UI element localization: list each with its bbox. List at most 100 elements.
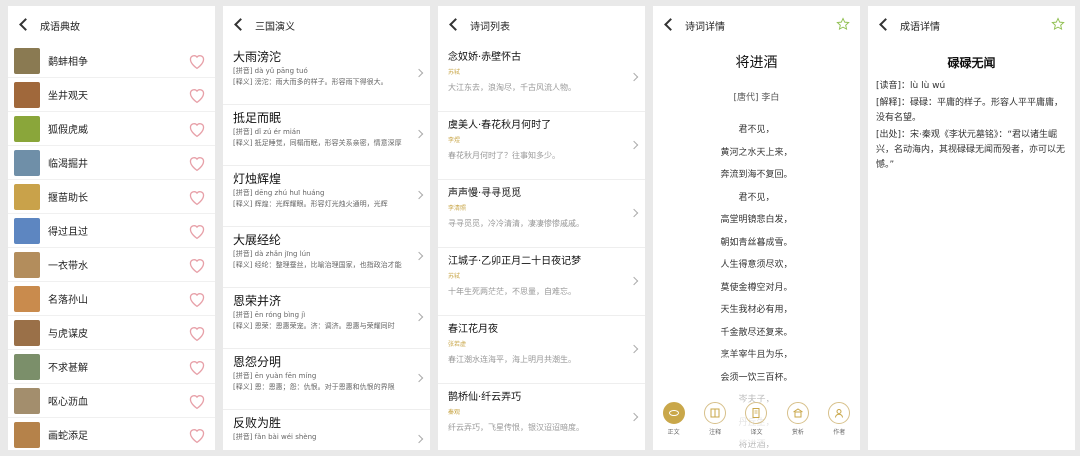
idiom-title: 反败为胜 [233,416,282,430]
heart-icon[interactable] [187,290,207,308]
heart-icon[interactable] [187,222,207,240]
tab-appreciation[interactable]: 赏析 [781,402,815,436]
idiom-detail-screen: 成语详情 碌碌无闻 [读音]：lù lù wú [解释]：碌碌：平庸的样子。形容… [868,6,1075,450]
list-item[interactable]: 不求甚解 [8,350,215,384]
page-title: 成语典故 [40,21,80,33]
heart-icon[interactable] [187,392,207,410]
tab-label: 赏析 [791,429,804,436]
tab-notes[interactable]: 注释 [698,402,732,436]
list-item[interactable]: 反败为胜 [拼音] fǎn bài wéi shèng [223,410,430,450]
heart-icon[interactable] [187,358,207,376]
entry-list: 大雨滂沱 [拼音] dà yǔ pāng tuó [释义] 滂沱：雨大而多的样子。形… [223,44,430,450]
page-title: 诗词列表 [470,21,510,33]
list-item[interactable]: 声声慢·寻寻觅觅 李清照 寻寻觅觅，冷冷清清，凄凄惨惨戚戚。 [438,180,645,248]
idiom-title: 恩怨分明 [233,355,282,369]
list-item[interactable]: 临渴掘井 [8,146,215,180]
tab-label: 译文 [750,429,763,436]
chevron-right-icon [414,373,424,383]
heart-icon[interactable] [187,256,207,274]
heart-icon[interactable] [187,188,207,206]
list-item[interactable]: 呕心沥血 [8,384,215,418]
list-item[interactable]: 大雨滂沱 [拼音] dà yǔ pāng tuó [释义] 滂沱：雨大而多的样子。形… [223,44,430,105]
idiom-name: 鹬蚌相争 [48,57,88,68]
list-item[interactable]: 抵足而眠 [拼音] dǐ zú ér mián [释义] 抵足睡觉，同榻而眠，形容关… [223,105,430,166]
idiom-title: 碌碌无闻 [947,56,996,70]
heart-icon[interactable] [187,120,207,138]
page-title: 成语详情 [900,21,940,33]
heart-icon[interactable] [187,426,207,444]
idiom-name: 画蛇添足 [48,431,88,442]
idiom-title: 抵足而眠 [233,111,282,125]
list-item[interactable]: 得过且过 [8,214,215,248]
list-item[interactable]: 灯烛辉煌 [拼音] dēng zhú huī huáng [释义] 辉煌：光辉耀眼。… [223,166,430,227]
verse-line: 天生我材必有用， [720,305,793,315]
meaning-text: [解释]：碌碌：平庸的样子。形容人平平庸庸，没有名望。 [876,98,1064,123]
list-item[interactable]: 虞美人·春花秋月何时了 李煜 春花秋月何时了？往事知多少。 [438,112,645,180]
heart-icon[interactable] [187,86,207,104]
list-item[interactable]: 鹬蚌相争 [8,44,215,78]
heart-icon[interactable] [187,52,207,70]
meaning-text: [释义] 抵足睡觉，同榻而眠，形容关系亲密，情意深厚 [233,139,402,147]
poem-body: 君不见， 黄河之水天上来， 奔流到海不复回。 君不见， 高堂明镜悲白发， 朝如青丝暮成雪。… [653,119,860,450]
idiom-thumbnail [14,353,40,380]
list-item[interactable]: 与虎谋皮 [8,316,215,350]
reading-text: [读音]：lù lù wú [876,81,946,91]
pinyin-text: [拼音] ēn róng bìng jì [233,311,306,319]
list-item[interactable]: 揠苗助长 [8,180,215,214]
scroll-icon [662,402,685,424]
poem-author: [唐代] 李白 [733,93,780,103]
list-item[interactable]: 念奴娇·赤壁怀古 苏轼 大江东去，浪淘尽，千古风流人物。 [438,44,645,112]
list-item[interactable]: 大展经纶 [拼音] dà zhǎn jīng lún [释义] 经纶：整理蚕丝，比喻… [223,227,430,288]
star-icon[interactable] [836,17,850,31]
back-arrow-icon[interactable] [876,17,892,33]
poem-title: 念奴娇·赤壁怀古 [448,52,522,63]
heart-icon[interactable] [187,154,207,172]
chevron-right-icon [414,312,424,322]
list-item[interactable]: 江城子·乙卯正月二十日夜记梦 苏轼 十年生死两茫茫，不思量，自难忘。 [438,248,645,316]
list-item[interactable]: 画蛇添足 [8,418,215,450]
tab-author[interactable]: 作者 [822,402,856,436]
document-icon [745,402,768,424]
verse-line: 千金散尽还复来。 [720,327,793,338]
idiom-name: 一衣带水 [48,261,88,272]
list-item[interactable]: 名落孙山 [8,282,215,316]
poem-title: 鹊桥仙·纤云弄巧 [448,392,522,403]
list-item[interactable]: 春江花月夜 张若虚 春江潮水连海平，海上明月共潮生。 [438,316,645,384]
chevron-right-icon [414,129,424,139]
idiom-thumbnail [14,217,40,244]
pavilion-icon [786,402,809,424]
tab-text[interactable]: 正文 [657,402,691,436]
idiom-name: 不求甚解 [48,363,88,374]
poem-detail-screen: 诗词详情 将进酒 [唐代] 李白 君不见， 黄河之水天上来， 奔流到海不复回。 君不见… [653,6,860,450]
book-icon [704,402,727,424]
poem-first-line: 春花秋月何时了？往事知多少。 [448,151,560,160]
verse-line: 莫使金樽空对月。 [720,282,793,293]
back-arrow-icon[interactable] [446,17,462,33]
list-item[interactable]: 坐井观天 [8,78,215,112]
back-arrow-icon[interactable] [16,17,32,33]
chevron-right-icon [414,434,424,444]
idiom-thumbnail [14,115,40,142]
list-item[interactable]: 鹊桥仙·纤云弄巧 秦观 纤云弄巧，飞星传恨，银汉迢迢暗度。 [438,384,645,450]
idiom-thumbnail [14,183,40,210]
idiom-thumbnail [14,285,40,312]
verse-line: 君不见， [738,192,775,203]
header: 三国演义 [223,6,430,44]
tab-translation[interactable]: 译文 [739,402,773,436]
list-item[interactable]: 一衣带水 [8,248,215,282]
header: 成语详情 [868,6,1075,44]
idiom-thumbnail [14,81,40,108]
meaning-text: [释义] 滂沱：雨大而多的样子。形容雨下得很大。 [233,78,388,86]
idiom-thumbnail [14,319,40,346]
back-arrow-icon[interactable] [661,17,677,33]
list-item[interactable]: 恩荣并济 [拼音] ēn róng bìng jì [释义] 恩荣：恩惠荣宠。济：调… [223,288,430,349]
page-title: 三国演义 [255,21,295,33]
source-text: [出处]：宋·秦观《李状元墓铭》：“君以诸生崛兴，名动海内，其视碌碌无闻而殁者，… [876,130,1066,170]
star-icon[interactable] [1051,17,1065,31]
author-tag: 李煜 [448,137,461,144]
list-item[interactable]: 狐假虎威 [8,112,215,146]
back-arrow-icon[interactable] [231,17,247,33]
list-item[interactable]: 恩怨分明 [拼音] ēn yuàn fēn míng [释义] 恩：恩惠；怨：仇恨。… [223,349,430,410]
heart-icon[interactable] [187,324,207,342]
idiom-thumbnail [14,387,40,414]
